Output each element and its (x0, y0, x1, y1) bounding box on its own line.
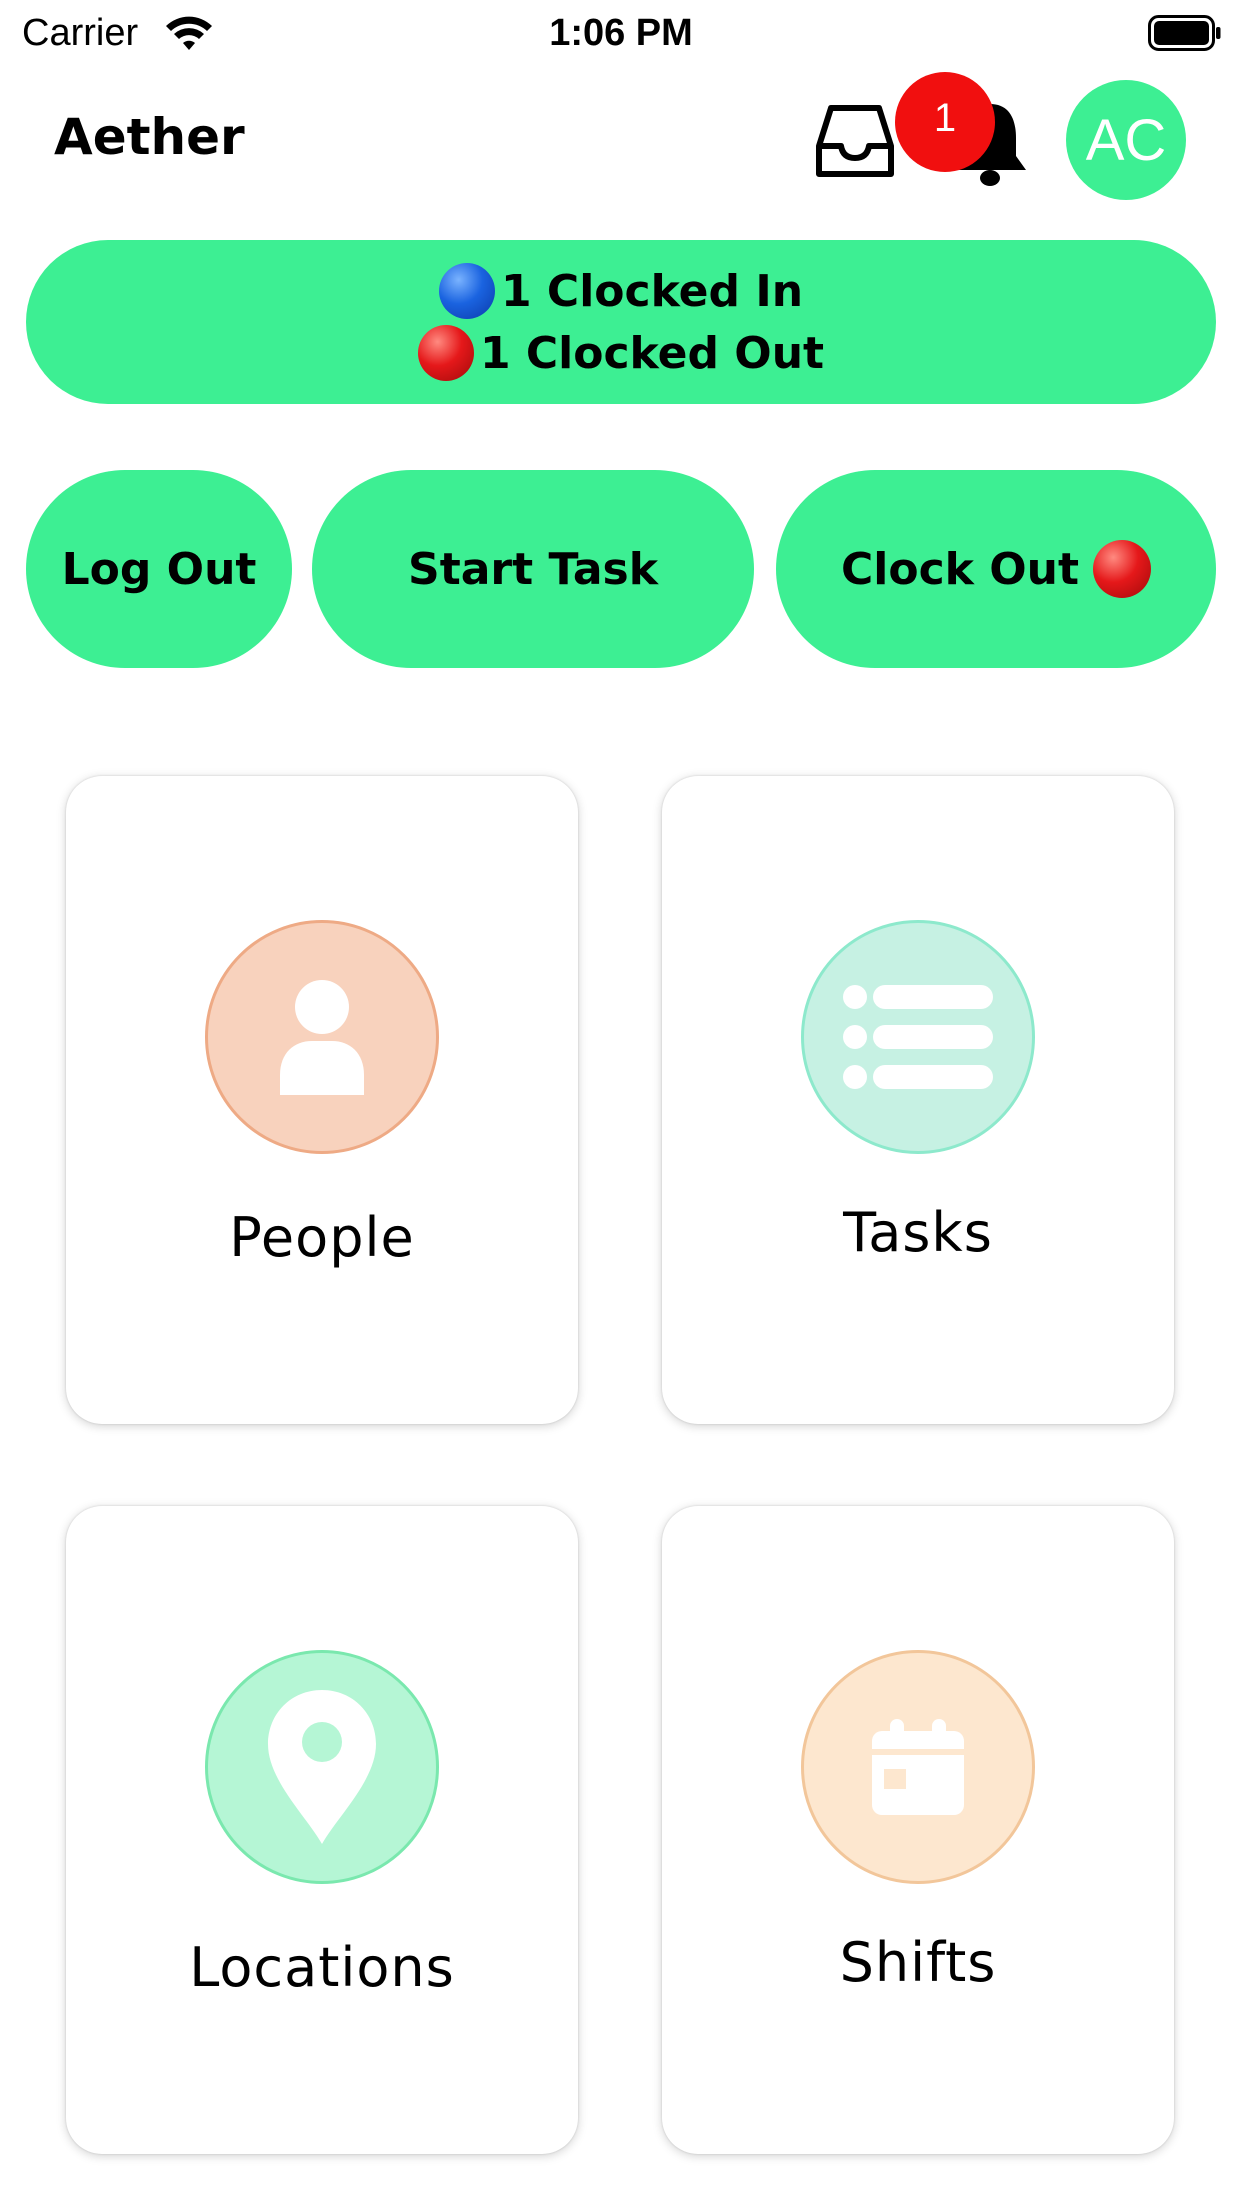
clocked-out-row: 1 Clocked Out (417, 322, 825, 384)
shifts-tile[interactable]: Shifts (662, 1506, 1174, 2154)
map-pin-icon (268, 1690, 376, 1844)
blue-circle-icon (438, 263, 495, 319)
people-label: People (229, 1206, 415, 1269)
locations-label: Locations (189, 1936, 455, 1999)
red-circle-icon (417, 325, 474, 381)
clocked-out-label: 1 Clocked Out (479, 327, 825, 379)
clock-out-button[interactable]: Clock Out (776, 470, 1216, 668)
app-title: Aether (54, 108, 245, 166)
clock-status-summary: 1 Clocked In 1 Clocked Out (26, 240, 1216, 404)
start-task-button[interactable]: Start Task (312, 470, 754, 668)
clock-out-label: Clock Out (840, 543, 1080, 595)
clocked-in-label: 1 Clocked In (500, 265, 804, 317)
locations-tile[interactable]: Locations (66, 1506, 578, 2154)
clocked-in-row: 1 Clocked In (438, 260, 804, 322)
people-tile[interactable]: People (66, 776, 578, 1424)
logout-label: Log Out (61, 543, 257, 595)
avatar[interactable]: AC (1066, 80, 1186, 200)
notification-badge: 1 (895, 72, 995, 172)
person-icon (280, 980, 364, 1095)
tasks-tile[interactable]: Tasks (662, 776, 1174, 1424)
tasks-icon-circle (801, 920, 1035, 1154)
shifts-label: Shifts (839, 1931, 997, 1994)
people-icon-circle (205, 920, 439, 1154)
battery-icon (1148, 15, 1221, 51)
inbox-icon[interactable] (815, 100, 895, 180)
status-bar: Carrier 1:06 PM (0, 0, 1242, 70)
status-time: 1:06 PM (549, 12, 693, 54)
shifts-icon-circle (801, 1650, 1035, 1884)
tasks-label: Tasks (843, 1201, 993, 1264)
logout-button[interactable]: Log Out (26, 470, 292, 668)
red-circle-icon (1093, 540, 1152, 598)
start-task-label: Start Task (408, 543, 658, 595)
locations-icon-circle (205, 1650, 439, 1884)
calendar-icon (872, 1719, 964, 1815)
list-icon (843, 985, 993, 1089)
